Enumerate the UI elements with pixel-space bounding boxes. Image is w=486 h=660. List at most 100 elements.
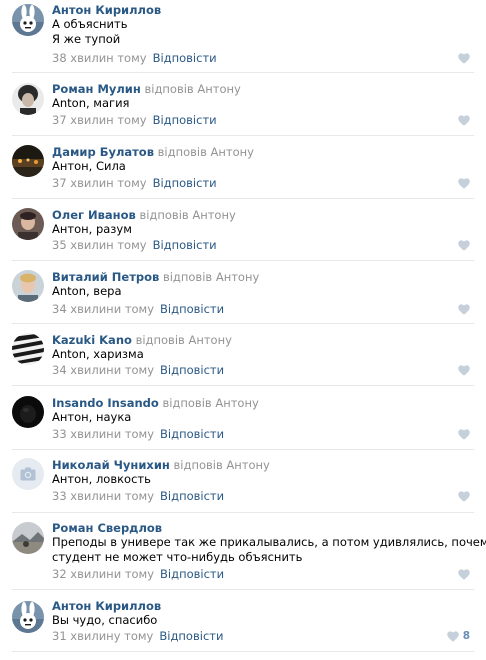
comment-meta: 34 хвилини тому Відповісти bbox=[52, 302, 224, 316]
comment-meta: 33 хвилини тому Відповісти bbox=[52, 489, 224, 503]
comment-text: Anton, вера bbox=[52, 284, 122, 298]
divider bbox=[12, 449, 474, 450]
heart-icon bbox=[458, 114, 470, 126]
zebra-avatar-icon bbox=[12, 333, 44, 365]
avatar[interactable] bbox=[12, 270, 44, 302]
landscape-avatar-icon bbox=[12, 522, 44, 554]
comment-meta: 35 хвилин тому Відповісти bbox=[52, 238, 217, 252]
portrait-avatar-icon bbox=[12, 83, 44, 115]
like-button[interactable] bbox=[458, 238, 470, 252]
avatar[interactable] bbox=[12, 396, 44, 428]
blond-person-avatar-icon bbox=[12, 270, 44, 302]
comment-header: Дамир Булатов відповів Антону bbox=[52, 145, 254, 159]
avatar[interactable] bbox=[12, 208, 44, 240]
comment-text: Anton, магия bbox=[52, 96, 130, 110]
author-name[interactable]: Kazuki Kano bbox=[52, 333, 132, 347]
comment-time[interactable]: 34 хвилини тому bbox=[52, 302, 154, 316]
like-button[interactable]: 8 bbox=[446, 629, 470, 643]
comment-time[interactable]: 31 хвилину тому bbox=[52, 629, 153, 643]
author-name[interactable]: Олег Иванов bbox=[52, 208, 136, 222]
like-button[interactable] bbox=[458, 567, 470, 581]
comment-meta: 33 хвилини тому Відповісти bbox=[52, 427, 224, 441]
author-name[interactable]: Роман Свердлов bbox=[52, 521, 162, 535]
reply-to-label: відповів Антону bbox=[173, 458, 270, 472]
like-count: 8 bbox=[462, 630, 470, 642]
like-button[interactable] bbox=[458, 302, 470, 316]
reply-to-label: відповів Антону bbox=[144, 82, 241, 96]
comment-meta: 31 хвилину тому Відповісти bbox=[52, 629, 223, 643]
comment-header: Insando Insando відповів Антону bbox=[52, 396, 259, 410]
avatar[interactable] bbox=[12, 4, 44, 36]
comment-time[interactable]: 35 хвилин тому bbox=[52, 238, 147, 252]
comment-time[interactable]: 33 хвилини тому bbox=[52, 427, 154, 441]
avatar[interactable] bbox=[12, 601, 44, 633]
comment-meta: 34 хвилини тому Відповісти bbox=[52, 363, 224, 377]
reply-to-label: відповів Антону bbox=[139, 208, 236, 222]
author-name[interactable]: Роман Мулин bbox=[52, 82, 141, 96]
like-button[interactable] bbox=[458, 489, 470, 503]
like-button[interactable] bbox=[458, 51, 470, 65]
avatar[interactable] bbox=[12, 145, 44, 177]
avatar[interactable] bbox=[12, 333, 44, 365]
comments-list: Антон Кириллов А объяснить Я же тупой 38… bbox=[0, 0, 486, 660]
reply-button[interactable]: Відповісти bbox=[160, 489, 224, 503]
comment-time[interactable]: 32 хвилини тому bbox=[52, 567, 154, 581]
author-name[interactable]: Дамир Булатов bbox=[52, 145, 154, 159]
heart-icon bbox=[458, 568, 470, 580]
reply-button[interactable]: Відповісти bbox=[160, 302, 224, 316]
author-name[interactable]: Виталий Петров bbox=[52, 270, 159, 284]
comment-time[interactable]: 37 хвилин тому bbox=[52, 113, 147, 127]
comment-time[interactable]: 38 хвилин тому bbox=[52, 51, 147, 65]
like-button[interactable] bbox=[458, 176, 470, 190]
avatar[interactable] bbox=[12, 458, 44, 490]
divider bbox=[12, 589, 474, 590]
comment-text: Антон, ловкость bbox=[52, 472, 151, 486]
heart-icon bbox=[446, 630, 459, 642]
author-name[interactable]: Антон Кириллов bbox=[52, 3, 161, 17]
reply-button[interactable]: Відповісти bbox=[153, 113, 217, 127]
comment-header: Роман Свердлов bbox=[52, 521, 162, 535]
comment-meta: 37 хвилин тому Відповісти bbox=[52, 176, 217, 190]
comment-text: Anton, харизма bbox=[52, 347, 144, 361]
reply-button[interactable]: Відповісти bbox=[153, 238, 217, 252]
reply-to-label: відповів Антону bbox=[162, 396, 259, 410]
divider bbox=[12, 512, 474, 513]
comment-time[interactable]: 34 хвилини тому bbox=[52, 363, 154, 377]
reply-button[interactable]: Відповісти bbox=[153, 176, 217, 190]
avatar[interactable] bbox=[12, 83, 44, 115]
comment-time[interactable]: 37 хвилин тому bbox=[52, 176, 147, 190]
author-name[interactable]: Insando Insando bbox=[52, 396, 159, 410]
rabbit-avatar-icon bbox=[12, 601, 44, 633]
reply-button[interactable]: Відповісти bbox=[160, 567, 224, 581]
heart-icon bbox=[458, 239, 470, 251]
comment-meta: 37 хвилин тому Відповісти bbox=[52, 113, 217, 127]
heart-icon bbox=[458, 490, 470, 502]
comment-header: Антон Кириллов bbox=[52, 599, 161, 613]
avatar[interactable] bbox=[12, 522, 44, 554]
author-name[interactable]: Антон Кириллов bbox=[52, 599, 161, 613]
comment-text: Вы чудо, спасибо bbox=[52, 613, 158, 627]
reply-button[interactable]: Відповісти bbox=[160, 427, 224, 441]
comment-header: Антон Кириллов bbox=[52, 3, 161, 17]
reply-button[interactable]: Відповісти bbox=[159, 629, 223, 643]
divider bbox=[12, 323, 474, 324]
divider bbox=[12, 135, 474, 136]
like-button[interactable] bbox=[458, 113, 470, 127]
comment-text: Антон, наука bbox=[52, 410, 132, 424]
heart-icon bbox=[458, 428, 470, 440]
comment-time[interactable]: 33 хвилини тому bbox=[52, 489, 154, 503]
like-button[interactable] bbox=[458, 363, 470, 377]
dark-avatar-icon bbox=[12, 396, 44, 428]
comment-text: А объяснить Я же тупой bbox=[52, 17, 128, 46]
comment-header: Виталий Петров відповів Антону bbox=[52, 270, 259, 284]
reply-button[interactable]: Відповісти bbox=[160, 363, 224, 377]
divider bbox=[12, 198, 474, 199]
heart-icon bbox=[458, 303, 470, 315]
reply-button[interactable]: Відповісти bbox=[153, 51, 217, 65]
like-button[interactable] bbox=[458, 427, 470, 441]
author-name[interactable]: Николай Чунихин bbox=[52, 458, 170, 472]
divider bbox=[12, 72, 474, 73]
comment-header: Роман Мулин відповів Антону bbox=[52, 82, 241, 96]
comment-header: Николай Чунихин відповів Антону bbox=[52, 458, 270, 472]
heart-icon bbox=[458, 52, 470, 64]
